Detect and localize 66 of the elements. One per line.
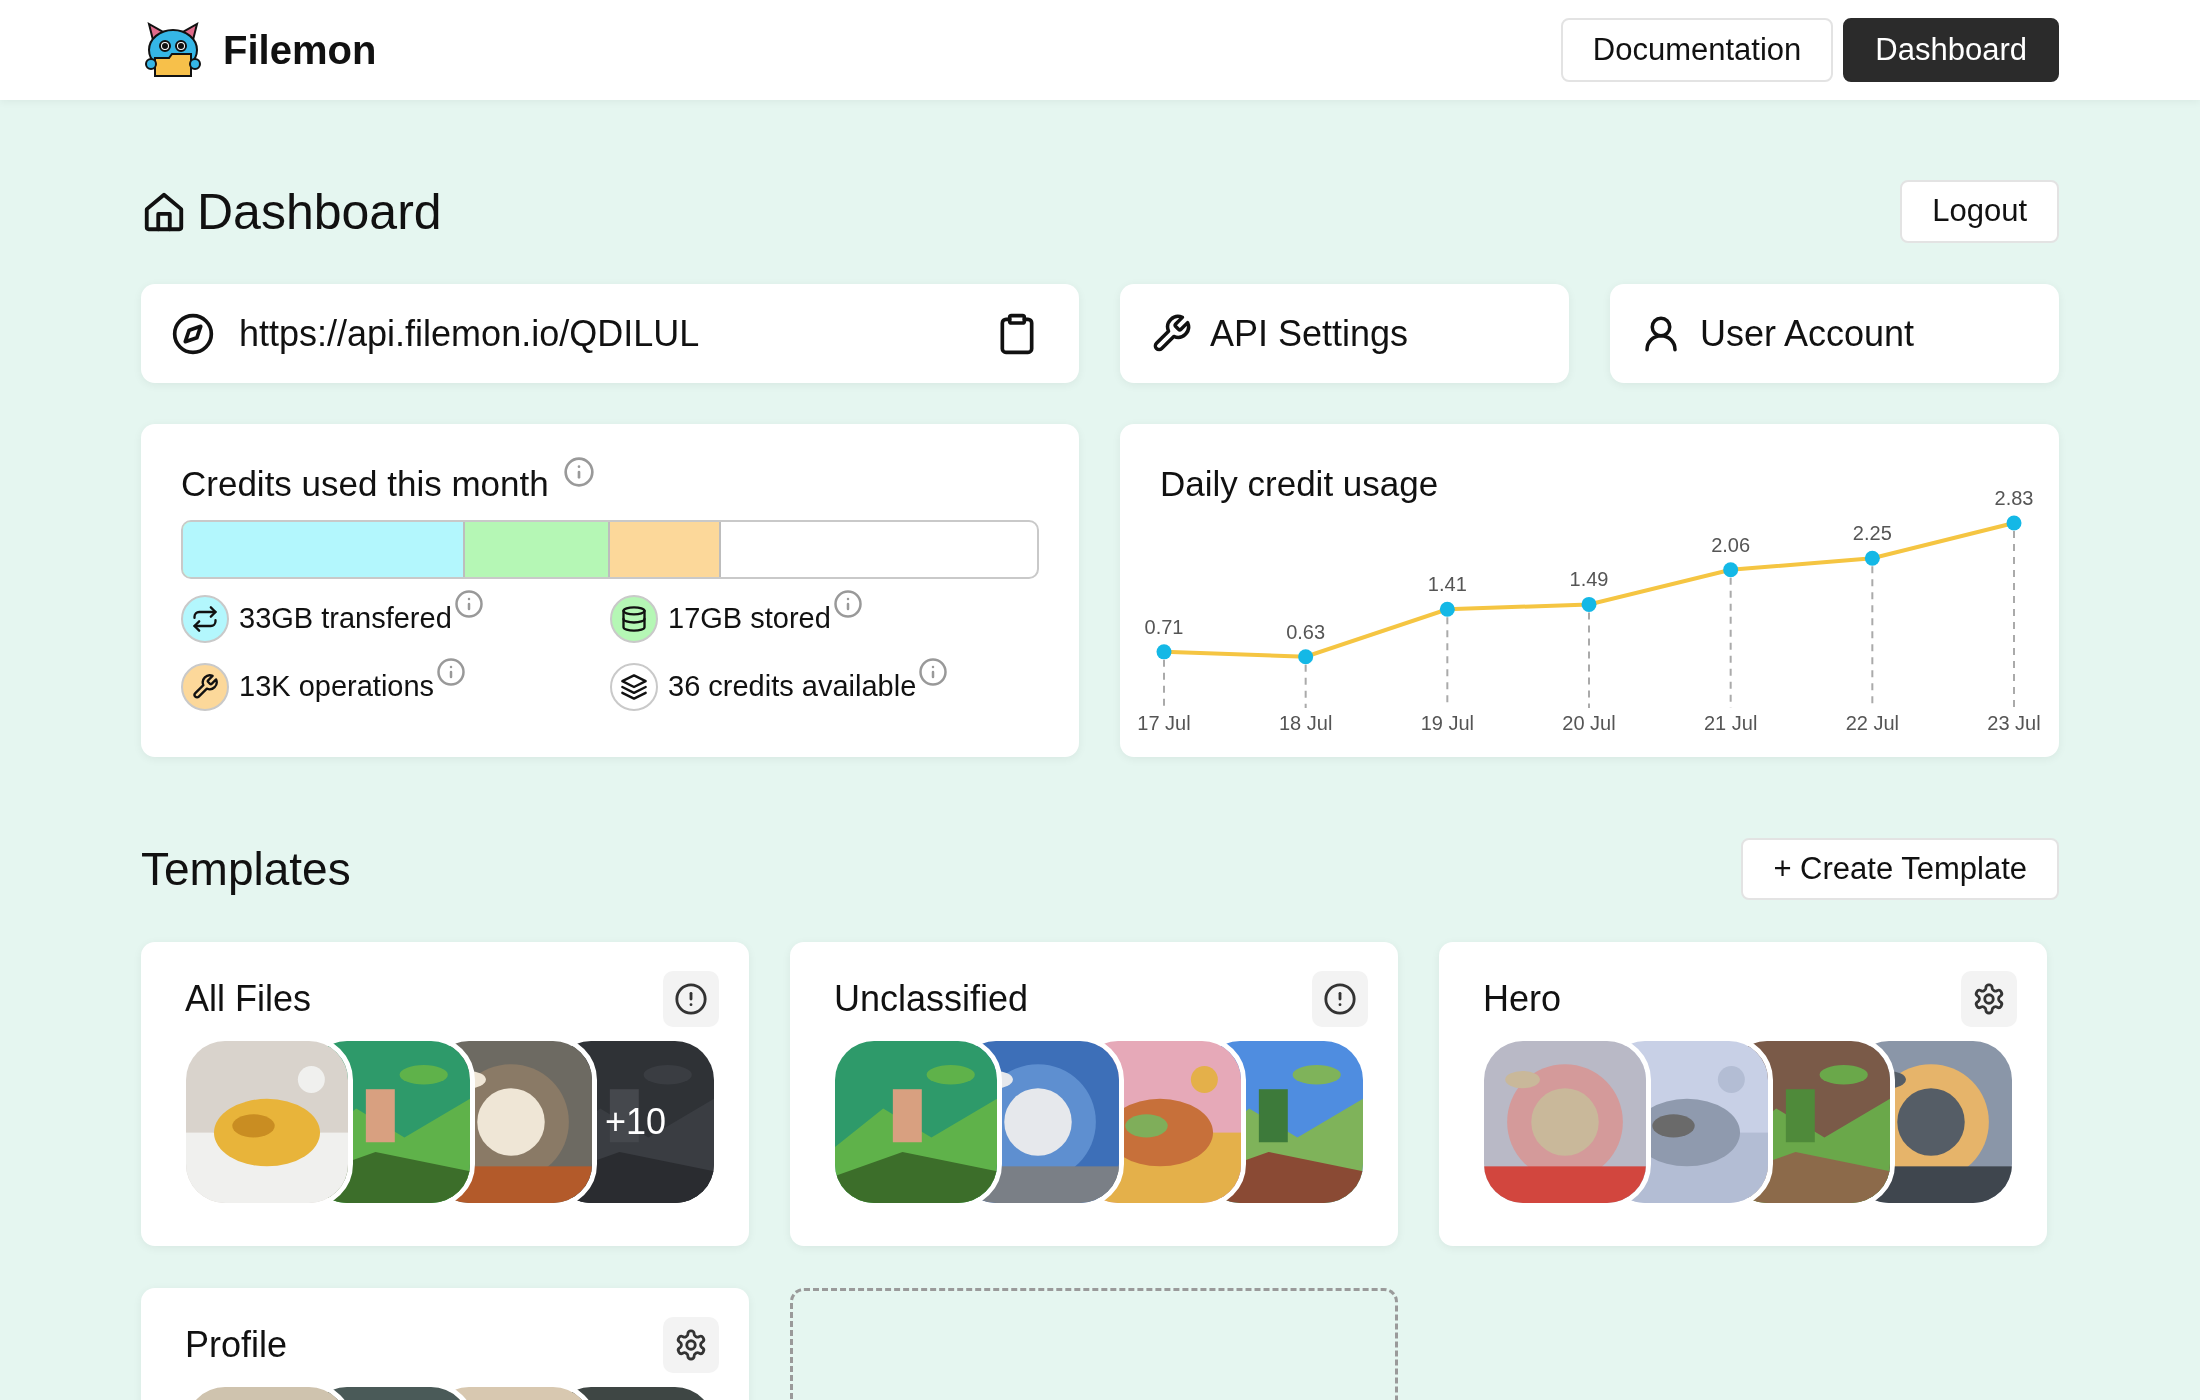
value-label: 0.63 <box>1286 620 1326 643</box>
info-icon <box>453 589 484 620</box>
template-card[interactable]: Unclassified <box>790 942 1398 1246</box>
template-card[interactable]: Hero <box>1439 942 2047 1246</box>
value-label: 2.06 <box>1711 533 1751 556</box>
alert-button[interactable] <box>1312 971 1368 1027</box>
info-icon <box>436 657 467 688</box>
template-name: All Files <box>184 977 312 1021</box>
alert-icon <box>1323 982 1357 1016</box>
user-account-button[interactable]: User Account <box>1610 284 2059 383</box>
api-url: https://api.filemon.io/QDILUL <box>239 311 701 356</box>
database-icon <box>620 605 648 633</box>
template-name: Profile <box>184 1323 288 1367</box>
template-card[interactable]: All Files +10 <box>141 942 749 1246</box>
axis-label: 20 Jul <box>1562 712 1616 734</box>
chart-point <box>1864 550 1880 566</box>
nav-button[interactable]: Documentation <box>1560 18 1834 82</box>
brand-name: Filemon <box>223 27 377 74</box>
page-title: Dashboard <box>197 186 442 237</box>
card-title: Daily credit usage <box>1160 464 1439 503</box>
wrench-icon <box>191 673 219 701</box>
settings-icon <box>1972 982 2006 1016</box>
chart-point <box>2006 515 2022 531</box>
api-settings-button[interactable]: API Settings <box>1120 284 1569 383</box>
settings-button[interactable] <box>663 1317 719 1373</box>
axis-label: 22 Jul <box>1845 712 1899 734</box>
alert-button[interactable] <box>663 971 719 1027</box>
create-template-button[interactable]: + Create Template <box>1741 838 2059 900</box>
legend-label: 33GB transfered <box>239 601 452 637</box>
axis-label: 23 Jul <box>1987 712 2041 734</box>
info-icon <box>918 657 949 688</box>
more-count: +10 <box>605 1100 667 1144</box>
settings-icon <box>674 1328 708 1362</box>
axis-label: 19 Jul <box>1420 712 1474 734</box>
axis-label: 18 Jul <box>1279 712 1333 734</box>
guide-line <box>1304 663 1307 709</box>
nav-button[interactable]: Dashboard <box>1843 18 2059 82</box>
chart-point <box>1581 596 1597 612</box>
alert-icon <box>674 982 708 1016</box>
info-icon <box>832 589 863 620</box>
legend-label: 13K operations <box>239 669 435 705</box>
chart-point <box>1723 562 1739 578</box>
card-title: Credits used this month <box>181 463 549 505</box>
logout-button[interactable]: Logout <box>1900 180 2059 243</box>
info-icon <box>562 456 595 488</box>
chart-point <box>1156 644 1172 660</box>
template-card[interactable]: Profile <box>141 1288 749 1400</box>
legend-label: 17GB stored <box>668 601 831 637</box>
section-title: Templates <box>141 841 351 897</box>
chart-point <box>1439 601 1455 617</box>
value-label: 2.25 <box>1852 522 1892 545</box>
value-label: 1.41 <box>1427 573 1467 596</box>
template-name: Hero <box>1482 977 1562 1021</box>
guide-line <box>1163 658 1165 709</box>
layers-icon <box>620 673 648 701</box>
value-label: 0.71 <box>1144 615 1184 638</box>
axis-label: 17 Jul <box>1137 712 1191 734</box>
value-label: 2.83 <box>1994 486 2034 509</box>
compass-icon <box>171 311 215 356</box>
legend-label: 36 credits available <box>668 669 917 705</box>
settings-button[interactable] <box>1961 971 2017 1027</box>
chart-point <box>1298 649 1314 665</box>
axis-label: 21 Jul <box>1704 712 1758 734</box>
template-name: Unclassified <box>833 977 1029 1021</box>
arrows-icon <box>191 605 219 633</box>
value-label: 1.49 <box>1569 568 1609 591</box>
